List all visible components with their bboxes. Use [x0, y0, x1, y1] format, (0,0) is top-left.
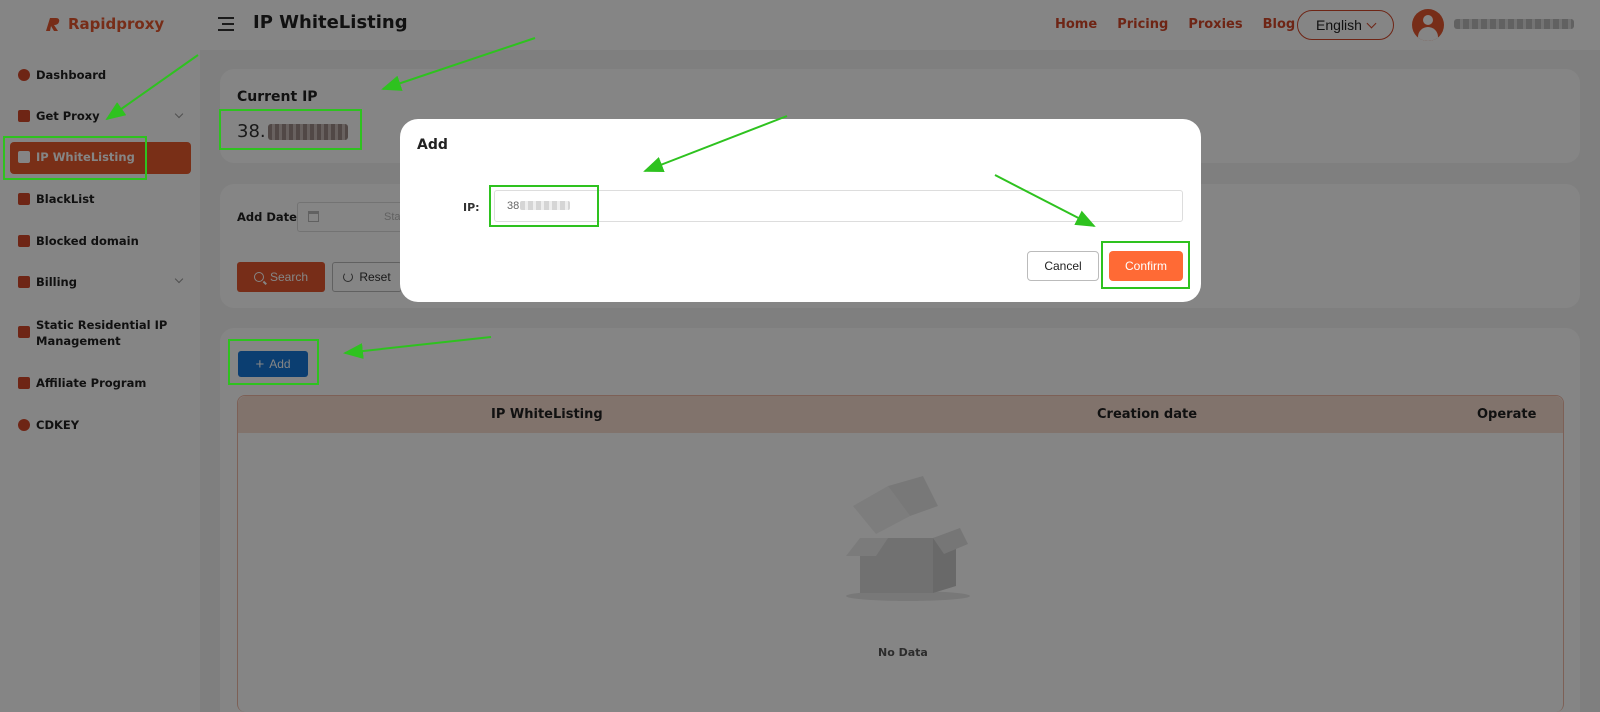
cancel-button[interactable]: Cancel — [1027, 251, 1099, 281]
add-ip-dialog: Add IP: Cancel Confirm — [400, 119, 1201, 302]
ip-field-label: IP: — [463, 201, 480, 214]
redacted-ip — [520, 201, 570, 210]
ip-input[interactable] — [494, 190, 1183, 222]
confirm-button[interactable]: Confirm — [1109, 251, 1183, 281]
dialog-title: Add — [417, 137, 448, 153]
modal-overlay[interactable] — [0, 0, 1600, 712]
